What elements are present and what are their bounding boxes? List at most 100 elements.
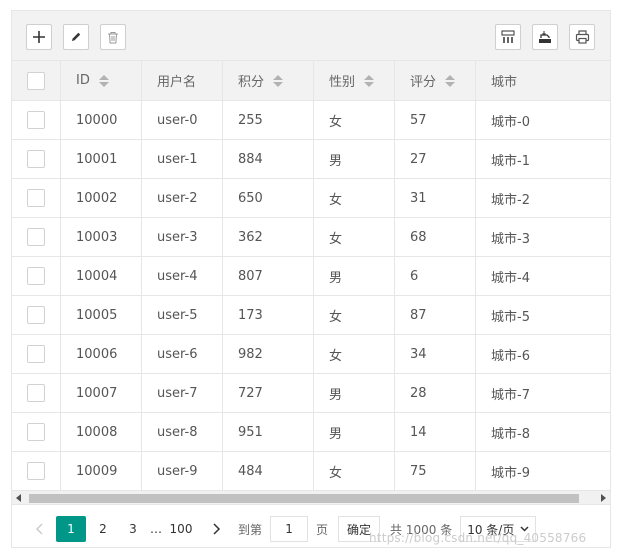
cell-id: 10003 bbox=[61, 218, 142, 256]
row-checkbox[interactable] bbox=[27, 306, 45, 324]
page-3-button[interactable]: 3 bbox=[120, 516, 146, 542]
row-select-cell[interactable] bbox=[12, 140, 61, 178]
row-select-cell[interactable] bbox=[12, 452, 61, 490]
columns-filter-icon bbox=[501, 30, 515, 43]
header-select-all[interactable] bbox=[12, 61, 61, 100]
pagination: 1 2 3 … 100 到第 页 确定 共 1000 条 10 条/页 bbox=[12, 505, 610, 553]
table-row[interactable]: 10002 user-2 650 女 31 城市-2 bbox=[12, 179, 610, 218]
header-label: 用户名 bbox=[157, 75, 197, 90]
sort-icon[interactable] bbox=[445, 74, 456, 87]
row-checkbox[interactable] bbox=[27, 267, 45, 285]
sort-icon[interactable] bbox=[364, 74, 375, 87]
scroll-right-arrow-icon[interactable] bbox=[596, 491, 610, 505]
header-label: ID bbox=[76, 73, 90, 88]
header-label: 城市 bbox=[491, 75, 518, 90]
cell-username: user-3 bbox=[142, 218, 223, 256]
row-checkbox[interactable] bbox=[27, 228, 45, 246]
trash-icon bbox=[108, 31, 118, 43]
cell-gender: 男 bbox=[314, 140, 395, 178]
row-checkbox[interactable] bbox=[27, 345, 45, 363]
cell-gender: 男 bbox=[314, 374, 395, 412]
cell-username: user-4 bbox=[142, 257, 223, 295]
print-button[interactable] bbox=[569, 24, 595, 50]
table-row[interactable]: 10006 user-6 982 女 34 城市-6 bbox=[12, 335, 610, 374]
cell-rating: 57 bbox=[395, 101, 476, 139]
table-row[interactable]: 10007 user-7 727 男 28 城市-7 bbox=[12, 374, 610, 413]
column-filter-button[interactable] bbox=[495, 24, 521, 50]
cell-rating: 6 bbox=[395, 257, 476, 295]
header-id[interactable]: ID bbox=[61, 61, 142, 100]
header-rating[interactable]: 评分 bbox=[395, 61, 476, 100]
header-label: 评分 bbox=[410, 75, 437, 90]
cell-gender: 女 bbox=[314, 218, 395, 256]
cell-gender: 女 bbox=[314, 296, 395, 334]
page-2-button[interactable]: 2 bbox=[90, 516, 116, 542]
cell-rating: 14 bbox=[395, 413, 476, 451]
row-checkbox[interactable] bbox=[27, 189, 45, 207]
row-select-cell[interactable] bbox=[12, 101, 61, 139]
row-select-cell[interactable] bbox=[12, 413, 61, 451]
row-checkbox[interactable] bbox=[27, 150, 45, 168]
cell-gender: 女 bbox=[314, 452, 395, 490]
export-button[interactable] bbox=[532, 24, 558, 50]
row-checkbox[interactable] bbox=[27, 462, 45, 480]
cell-rating: 68 bbox=[395, 218, 476, 256]
cell-rating: 31 bbox=[395, 179, 476, 217]
table-row[interactable]: 10005 user-5 173 女 87 城市-5 bbox=[12, 296, 610, 335]
cell-rating: 27 bbox=[395, 140, 476, 178]
page-1-button[interactable]: 1 bbox=[56, 516, 86, 542]
table-header: ID 用户名 积分 性别 评分 城市 bbox=[12, 61, 610, 101]
header-label: 积分 bbox=[238, 75, 265, 90]
row-select-cell[interactable] bbox=[12, 335, 61, 373]
last-page-button[interactable]: 100 bbox=[168, 516, 194, 542]
prev-page-button[interactable] bbox=[26, 516, 52, 542]
cell-id: 10006 bbox=[61, 335, 142, 373]
table-row[interactable]: 10009 user-9 484 女 75 城市-9 bbox=[12, 452, 610, 491]
chevron-right-icon bbox=[213, 523, 221, 535]
scrollbar-thumb[interactable] bbox=[29, 494, 579, 503]
cell-username: user-8 bbox=[142, 413, 223, 451]
sort-icon[interactable] bbox=[98, 74, 109, 87]
cell-id: 10007 bbox=[61, 374, 142, 412]
table-row[interactable]: 10001 user-1 884 男 27 城市-1 bbox=[12, 140, 610, 179]
watermark-text: https://blog.csdn.net/qq_40558766 bbox=[369, 531, 587, 545]
header-gender[interactable]: 性别 bbox=[314, 61, 395, 100]
delete-button[interactable] bbox=[100, 24, 126, 50]
cell-gender: 女 bbox=[314, 179, 395, 217]
cell-rating: 28 bbox=[395, 374, 476, 412]
row-select-cell[interactable] bbox=[12, 179, 61, 217]
row-select-cell[interactable] bbox=[12, 374, 61, 412]
cell-username: user-7 bbox=[142, 374, 223, 412]
sort-icon[interactable] bbox=[273, 74, 284, 87]
cell-gender: 女 bbox=[314, 101, 395, 139]
header-points[interactable]: 积分 bbox=[223, 61, 314, 100]
table-row[interactable]: 10003 user-3 362 女 68 城市-3 bbox=[12, 218, 610, 257]
row-checkbox[interactable] bbox=[27, 111, 45, 129]
cell-id: 10004 bbox=[61, 257, 142, 295]
goto-page-input[interactable] bbox=[270, 516, 309, 542]
add-button[interactable] bbox=[26, 24, 52, 50]
row-select-cell[interactable] bbox=[12, 218, 61, 256]
cell-city: 城市-7 bbox=[491, 387, 530, 403]
cell-points: 650 bbox=[223, 179, 314, 217]
cell-points: 727 bbox=[223, 374, 314, 412]
table-row[interactable]: 10008 user-8 951 男 14 城市-8 bbox=[12, 413, 610, 452]
table-row[interactable]: 10004 user-4 807 男 6 城市-4 bbox=[12, 257, 610, 296]
print-icon bbox=[575, 30, 589, 44]
row-select-cell[interactable] bbox=[12, 296, 61, 334]
scroll-left-arrow-icon[interactable] bbox=[12, 491, 26, 505]
cell-city: 城市-8 bbox=[491, 426, 530, 442]
table-row[interactable]: 10000 user-0 255 女 57 城市-0 bbox=[12, 101, 610, 140]
cell-points: 982 bbox=[223, 335, 314, 373]
cell-id: 10002 bbox=[61, 179, 142, 217]
row-checkbox[interactable] bbox=[27, 384, 45, 402]
row-select-cell[interactable] bbox=[12, 257, 61, 295]
row-checkbox[interactable] bbox=[27, 423, 45, 441]
next-page-button[interactable] bbox=[204, 516, 230, 542]
edit-button[interactable] bbox=[63, 24, 89, 50]
cell-rating: 34 bbox=[395, 335, 476, 373]
cell-id: 10005 bbox=[61, 296, 142, 334]
select-all-checkbox[interactable] bbox=[27, 71, 45, 90]
cell-city: 城市-6 bbox=[491, 348, 530, 364]
horizontal-scrollbar[interactable] bbox=[12, 491, 610, 505]
